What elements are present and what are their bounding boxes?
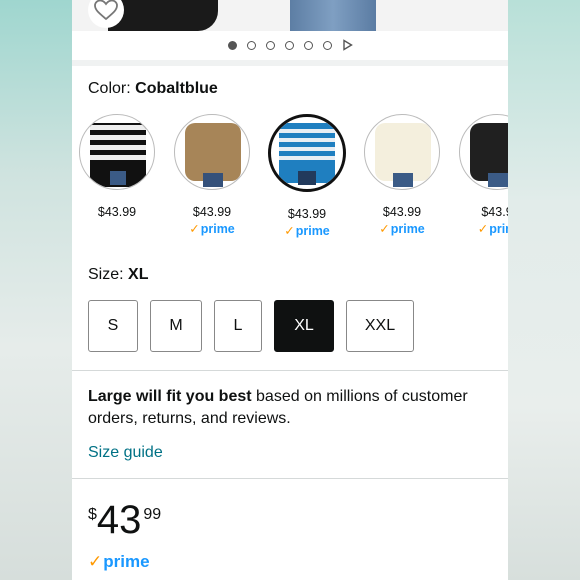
price-whole: 43 [96, 498, 142, 542]
carousel-dot[interactable] [246, 40, 256, 50]
swatch-image [79, 114, 155, 190]
product-image-jacket [108, 0, 218, 31]
prime-badge: ✓ prim [452, 221, 508, 236]
prime-label: prime [200, 222, 235, 236]
black-sweater-icon [470, 123, 508, 187]
prime-check-icon: ✓ [477, 222, 489, 236]
prime-badge: ✓ prime [167, 221, 257, 236]
carousel-dot[interactable] [265, 40, 275, 50]
striped-sweater-icon [90, 123, 146, 187]
size-button-m[interactable]: M [150, 300, 202, 352]
swatch-price: $43.99 [192, 205, 232, 219]
section-divider [72, 370, 508, 371]
swatch-price: $43.99 [287, 207, 327, 221]
prime-label: prime [390, 222, 425, 236]
swatch-price: $43.99 [382, 205, 422, 219]
color-value: Cobaltblue [135, 80, 218, 97]
swatch-price: $43.99 [97, 205, 137, 219]
prime-badge: ✓ prime [262, 223, 352, 238]
prime-check-icon: ✓ [379, 222, 390, 236]
prime-check-icon: ✓ [88, 552, 103, 571]
prime-label: prime [103, 552, 150, 571]
fit-recommendation-bold: Large will fit you best [88, 388, 252, 405]
section-divider [72, 60, 508, 66]
price-fraction: 99 [143, 506, 162, 523]
size-options: S M L XL XXL [88, 300, 414, 352]
size-button-xxl[interactable]: XXL [346, 300, 414, 352]
swatch-image [174, 114, 250, 190]
prime-badge-large: ✓ prime [88, 552, 150, 572]
prime-badge: ✓ prime [357, 221, 447, 236]
price-symbol: $ [88, 506, 97, 523]
carousel-dot-active[interactable] [227, 40, 237, 50]
size-button-s[interactable]: S [88, 300, 138, 352]
product-image[interactable] [72, 0, 508, 31]
size-value: XL [128, 266, 149, 283]
camel-sweater-icon [185, 123, 241, 187]
product-page: Color: Cobaltblue $43.99 $43.99 ✓ prime … [72, 0, 508, 580]
price: $ 43 99 [88, 500, 161, 540]
cobaltblue-sweater-icon [279, 123, 335, 185]
section-divider [72, 478, 508, 479]
swatch-price: $43.9 [481, 205, 508, 219]
prime-label: prim [489, 222, 508, 236]
size-label: Size: [88, 266, 124, 283]
swatch-black[interactable]: $43.9 ✓ prim [452, 114, 508, 236]
heart-icon [94, 0, 118, 21]
swatch-image-selected [268, 114, 346, 192]
size-guide-link[interactable]: Size guide [88, 444, 163, 462]
swatch-camel[interactable]: $43.99 ✓ prime [167, 114, 257, 236]
swatch-cream[interactable]: $43.99 ✓ prime [357, 114, 447, 236]
prime-check-icon: ✓ [189, 222, 200, 236]
swatch-image [459, 114, 508, 190]
prime-check-icon: ✓ [284, 224, 295, 238]
color-selection-label: Color: Cobaltblue [88, 80, 218, 98]
background-left [0, 0, 72, 580]
prime-label: prime [295, 224, 330, 238]
background-right [508, 0, 580, 580]
product-image-jeans [290, 0, 376, 31]
cream-sweater-icon [375, 123, 431, 187]
carousel-dot[interactable] [322, 40, 332, 50]
carousel-dot[interactable] [303, 40, 313, 50]
swatch-cobaltblue[interactable]: $43.99 ✓ prime [262, 114, 352, 238]
play-video-icon[interactable] [342, 39, 353, 51]
size-button-l[interactable]: L [214, 300, 262, 352]
color-swatches: $43.99 $43.99 ✓ prime $43.99 ✓ prime $43… [72, 114, 508, 244]
size-selection-label: Size: XL [88, 266, 148, 284]
swatch-black-white-stripe[interactable]: $43.99 [72, 114, 162, 219]
size-button-xl[interactable]: XL [274, 300, 334, 352]
image-carousel-indicator [72, 38, 508, 52]
swatch-image [364, 114, 440, 190]
fit-recommendation: Large will fit you best based on million… [88, 386, 498, 430]
carousel-dot[interactable] [284, 40, 294, 50]
color-label: Color: [88, 80, 131, 97]
